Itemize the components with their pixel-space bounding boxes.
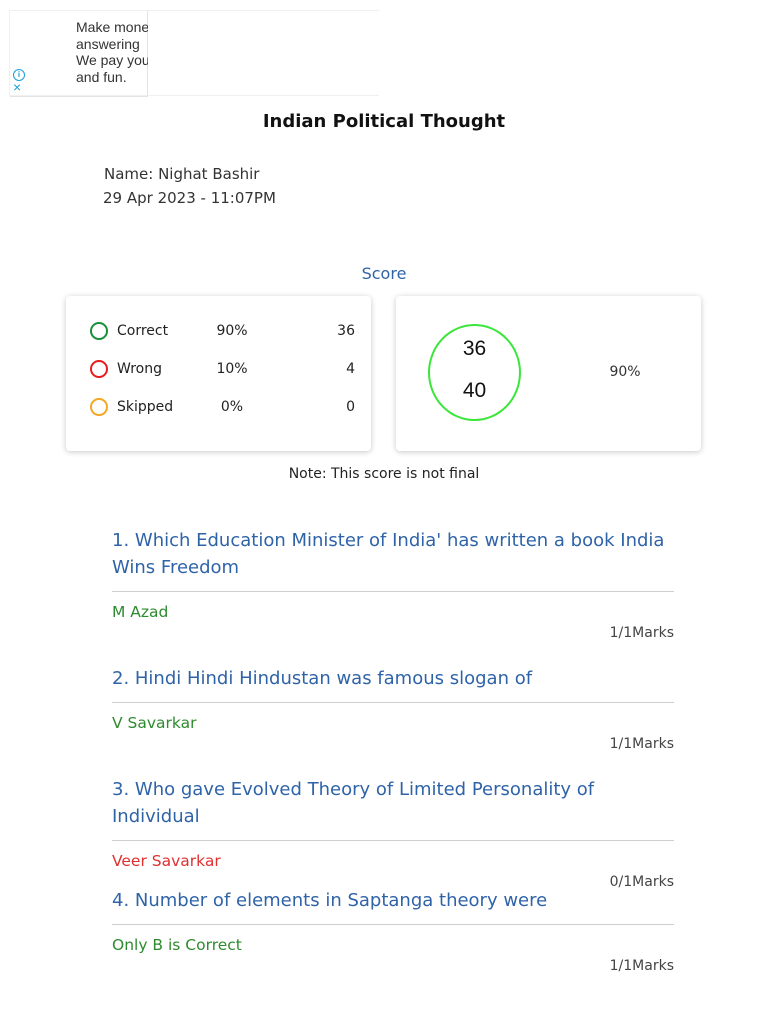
question-text: 2. Hindi Hindi Hindustan was famous slog… — [112, 665, 674, 703]
score-obtained: 36 — [462, 337, 487, 360]
correct-ring-icon — [90, 322, 108, 340]
stat-count: 0 — [346, 399, 355, 415]
stat-row-wrong: Wrong 10% 4 — [66, 358, 371, 382]
stat-row-skipped: Skipped 0% 0 — [66, 396, 371, 420]
marks-text: 1/1Marks — [609, 736, 674, 752]
wrong-ring-icon — [90, 360, 108, 378]
answer-text: V Savarkar — [112, 714, 197, 732]
marks-text: 1/1Marks — [609, 958, 674, 974]
stat-label: Wrong — [117, 361, 162, 377]
question-item: 3. Who gave Evolved Theory of Limited Pe… — [112, 776, 674, 890]
test-date: 29 Apr 2023 - 11:07PM — [103, 189, 276, 207]
score-note: Note: This score is not final — [288, 466, 480, 482]
stat-percent: 0% — [220, 399, 244, 415]
ad-line: Make money — [76, 19, 148, 35]
score-heading: Score — [361, 264, 407, 283]
score-breakdown-card: Correct 90% 36 Wrong 10% 4 Skipped 0% 0 — [66, 296, 371, 451]
question-item: 1. Which Education Minister of India' ha… — [112, 527, 674, 641]
answer-text: M Azad — [112, 603, 169, 621]
question-item: 4. Number of elements in Saptanga theory… — [112, 887, 674, 974]
score-total: 40 — [462, 379, 487, 402]
stat-count: 4 — [346, 361, 355, 377]
score-percent: 90% — [609, 364, 641, 380]
stat-count: 36 — [337, 323, 355, 339]
ad-close-icon[interactable]: × — [13, 80, 25, 94]
ad-line: answering — [76, 35, 140, 52]
page-title: Indian Political Thought — [262, 111, 506, 132]
ad-line: We pay you — [76, 52, 148, 68]
ad-line: and fun. — [76, 68, 127, 85]
answer-text: Veer Savarkar — [112, 852, 221, 870]
question-text: 1. Which Education Minister of India' ha… — [112, 527, 674, 592]
question-text: 3. Who gave Evolved Theory of Limited Pe… — [112, 776, 674, 841]
ad-text-box[interactable]: Make money answering We pay you and fun. — [10, 11, 148, 97]
stat-row-correct: Correct 90% 36 — [66, 320, 371, 344]
marks-text: 1/1Marks — [609, 625, 674, 641]
stat-percent: 10% — [216, 361, 248, 377]
ad-banner[interactable]: Make money answering We pay you and fun.… — [9, 10, 379, 97]
skipped-ring-icon — [90, 398, 108, 416]
question-text: 4. Number of elements in Saptanga theory… — [112, 887, 674, 925]
question-item: 2. Hindi Hindi Hindustan was famous slog… — [112, 665, 674, 752]
score-summary-card: 36 40 90% — [396, 296, 701, 451]
user-name: Name: Nighat Bashir — [104, 165, 260, 183]
ad-text[interactable]: Make money answering We pay you and fun. — [76, 19, 148, 85]
stat-label: Correct — [117, 323, 169, 339]
answer-text: Only B is Correct — [112, 936, 242, 954]
stat-label: Skipped — [117, 399, 174, 415]
stat-percent: 90% — [216, 323, 248, 339]
